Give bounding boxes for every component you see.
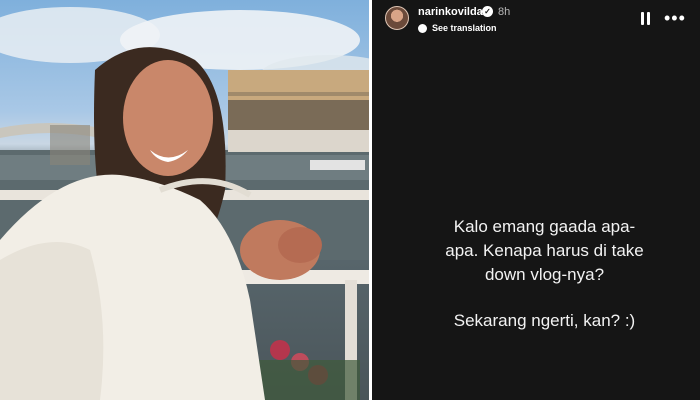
time-ago: 8h — [498, 6, 511, 18]
verified-badge-icon: ✓ — [482, 6, 493, 17]
story-photo — [0, 0, 369, 400]
story-header: narinkovilda ✓ 8h See translation ••• — [372, 0, 700, 40]
pause-icon[interactable] — [640, 12, 652, 26]
story-panel: narinkovilda ✓ 8h See translation ••• Ka… — [372, 0, 700, 400]
translate-icon — [418, 23, 427, 33]
see-translation-button[interactable]: See translation — [418, 21, 497, 35]
photo-scene — [0, 7, 369, 400]
story-text: Kalo emang gaada apa- apa. Kenapa harus … — [397, 215, 692, 333]
story-text-line: Kalo emang gaada apa- — [453, 217, 636, 236]
story-text-line: Sekarang ngerti, kan? :) — [453, 311, 636, 330]
profile-avatar[interactable] — [385, 6, 409, 30]
text-gap — [397, 287, 692, 309]
see-translation-label: See translation — [432, 23, 497, 33]
username[interactable]: narinkovilda — [418, 6, 483, 18]
story-text-line: apa. Kenapa harus di take — [445, 241, 644, 260]
story-text-line: down vlog-nya? — [484, 265, 605, 284]
more-options-icon[interactable]: ••• — [664, 9, 686, 27]
